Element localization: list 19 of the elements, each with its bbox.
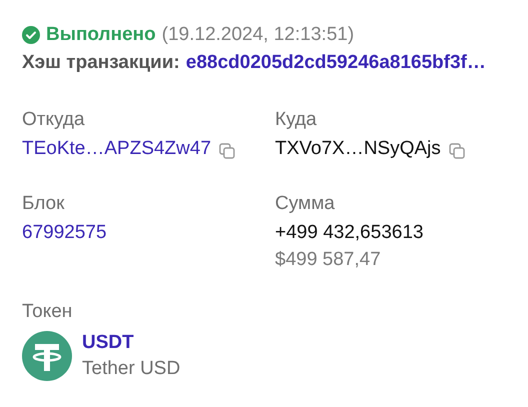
field-link[interactable]: TEoKte…APZS4Zw47: [22, 138, 212, 160]
token-symbol: USDT: [82, 331, 135, 355]
copy-icon[interactable]: [219, 143, 236, 159]
field-label: Куда: [275, 108, 318, 132]
token-name: Tether USD: [82, 357, 180, 381]
field-label: Сумма: [275, 192, 336, 216]
field-label: Откуда: [22, 108, 86, 132]
field-link[interactable]: 67992575: [22, 222, 107, 244]
field-value: TXVo7X…NSyQAjs: [275, 138, 441, 160]
tether-logo-icon: [22, 331, 72, 381]
hash-link[interactable]: e88cd0205d2cd59246a8165bf3f…: [186, 52, 486, 74]
status-label: Выполнено: [46, 24, 156, 46]
field-value: +499 432,653613: [275, 222, 424, 244]
field-label: Блок: [22, 192, 66, 216]
copy-icon[interactable]: [448, 143, 465, 159]
token-label: Токен: [22, 300, 74, 324]
hash-label: Хэш транзакции:: [22, 52, 180, 74]
status-time: (19.12.2024, 12:13:51): [162, 24, 354, 46]
field-subvalue: $499 587,47: [275, 248, 382, 272]
